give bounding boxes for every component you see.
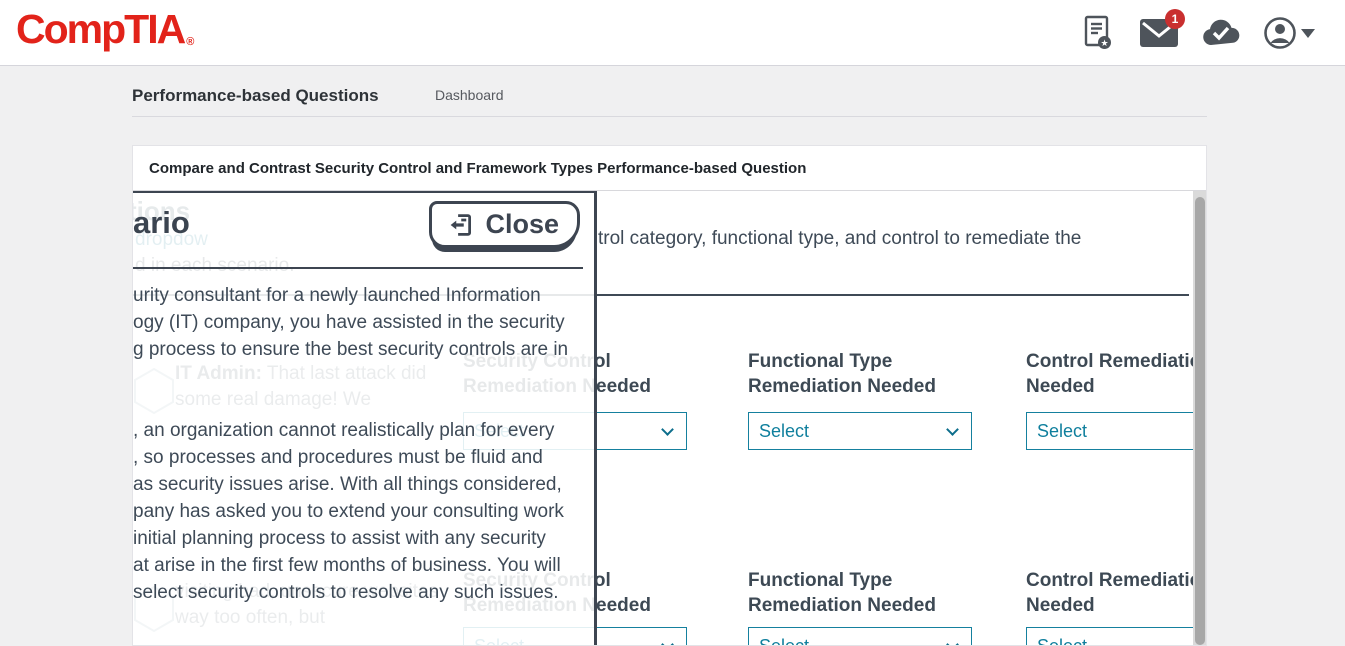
logo-text: CompTIA	[16, 6, 184, 52]
svg-text:★: ★	[1100, 38, 1108, 48]
column-label-functional-type: Functional Type Remediation Needed	[748, 349, 960, 399]
messages-icon[interactable]: 1	[1139, 13, 1179, 53]
scrollbar-thumb[interactable]	[1195, 197, 1205, 645]
app-window: CompTIA® ★ 1	[0, 0, 1345, 646]
registered-mark: ®	[186, 36, 194, 48]
app-header: CompTIA® ★ 1	[0, 0, 1345, 66]
column-label-functional-type: Functional Type Remediation Needed	[748, 568, 960, 618]
scenario-modal: ario Close urity consultant for a newly …	[133, 191, 597, 645]
scenario-paragraph-1: urity consultant for a newly launched In…	[133, 282, 568, 363]
cloud-sync-icon[interactable]	[1201, 13, 1241, 53]
scenario-paragraph-2: , an organization cannot realistically p…	[133, 417, 564, 606]
column-label-control-remediation: Control Remediation Needed	[1026, 349, 1206, 399]
close-label: Close	[485, 209, 559, 240]
select-functional-type-2[interactable]: Select	[748, 627, 972, 645]
select-value: Select	[759, 421, 809, 442]
results-document-icon[interactable]: ★	[1077, 13, 1117, 53]
chevron-down-icon	[661, 638, 674, 645]
instruction-fragment: trol category, functional type, and cont…	[598, 228, 1081, 250]
chevron-down-icon	[946, 638, 959, 645]
page-title: Performance-based Questions	[132, 86, 379, 106]
select-functional-type-1[interactable]: Select	[748, 412, 972, 450]
select-control-remediation-1[interactable]: Select	[1026, 412, 1206, 450]
scenario-heading: ario	[133, 205, 190, 241]
select-value: Select	[759, 636, 809, 645]
account-menu[interactable]	[1263, 16, 1315, 50]
breadcrumb-dashboard[interactable]: Dashboard	[435, 87, 504, 103]
column-label-control-remediation: Control Remediation Needed	[1026, 568, 1206, 618]
question-card: Compare and Contrast Security Control an…	[132, 145, 1207, 646]
chevron-down-icon	[661, 423, 674, 436]
question-card-title: Compare and Contrast Security Control an…	[133, 146, 1206, 191]
chevron-down-icon	[946, 423, 959, 436]
select-value: Select	[1037, 421, 1087, 442]
mail-badge: 1	[1165, 9, 1185, 29]
exit-icon	[445, 210, 475, 240]
modal-divider	[133, 267, 583, 269]
comptia-logo[interactable]: CompTIA®	[16, 6, 192, 53]
divider	[132, 116, 1207, 117]
vertical-scrollbar	[1193, 191, 1206, 645]
avatar-icon	[1263, 16, 1297, 50]
select-control-remediation-2[interactable]: Select	[1026, 627, 1206, 645]
question-card-body: Questions dropdow trol category, functio…	[133, 191, 1206, 645]
close-button[interactable]: Close	[429, 201, 580, 248]
chevron-down-icon	[1301, 29, 1315, 38]
select-value: Select	[1037, 636, 1087, 645]
